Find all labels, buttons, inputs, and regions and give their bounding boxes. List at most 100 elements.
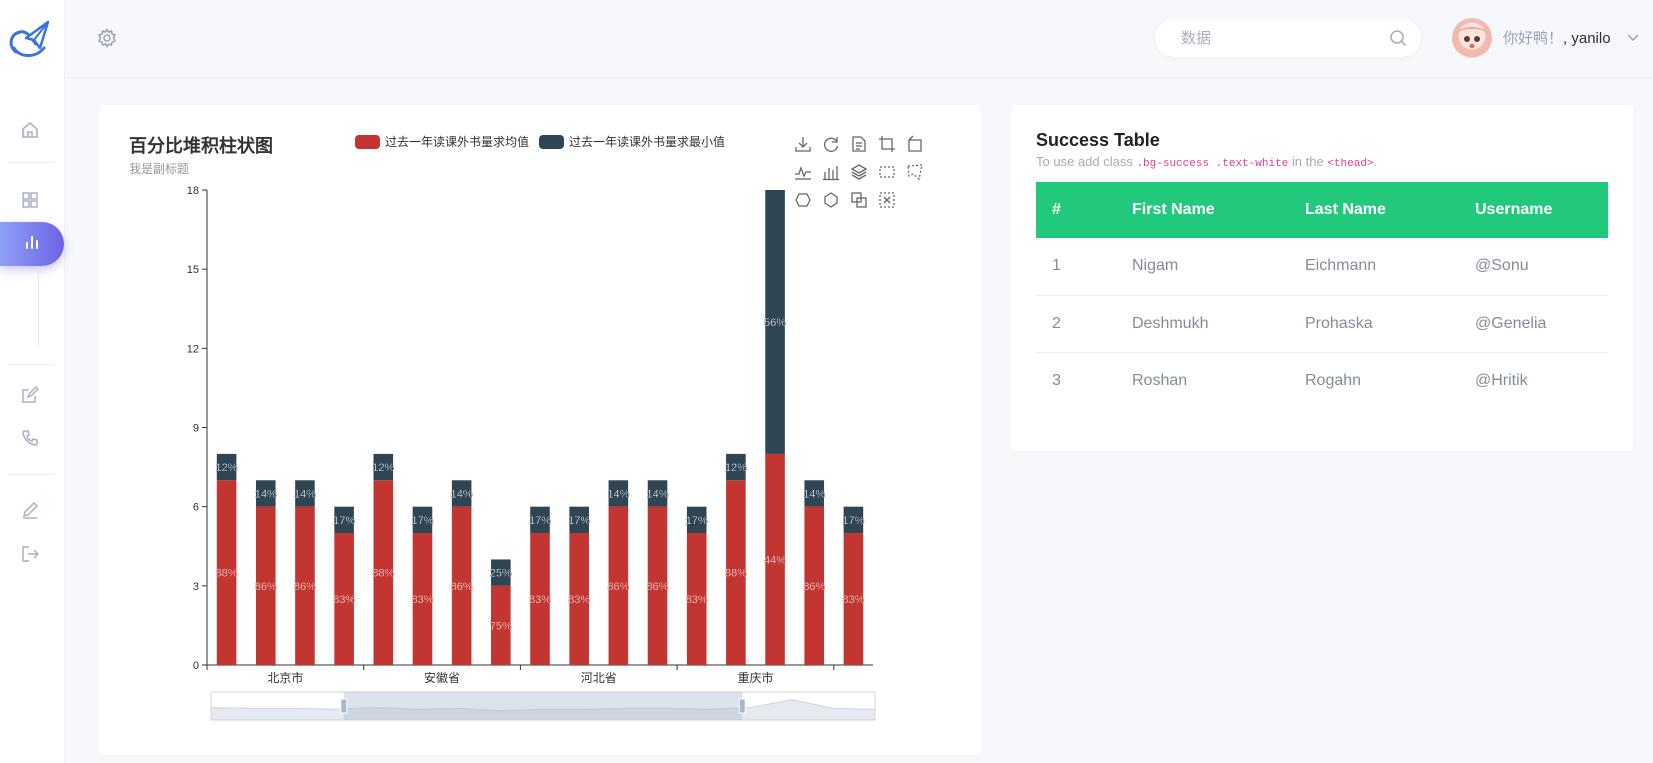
bar-min-label: 12% [216,462,238,474]
bar-min-label: 17% [568,515,590,527]
table-cell: 3 [1052,371,1061,389]
sidebar-divider [8,364,54,365]
bar-mean-label: 83% [333,594,355,606]
bar-mean-label: 86% [294,581,316,593]
stacked-bar-chart: 0 3 6 9 12 15 18 88% 12% 86% 14% 86% 14% 83% 17% 88% 12%… [187,185,876,721]
y-tick-label: 6 [193,502,199,514]
sidebar [0,0,65,763]
username-text: , yanilo [1563,30,1611,47]
bar-min-label: 25% [490,568,512,580]
bar-min-label: 14% [294,488,316,500]
bar-min-label: 17% [686,515,708,527]
y-tick-label: 12 [187,343,199,355]
bar-min-label: 17% [842,515,864,527]
bar-mean-label: 86% [607,581,629,593]
bar-mean-label: 88% [216,568,238,580]
table-cell: Rogahn [1305,371,1362,389]
table-cell: @Genelia [1459,295,1608,353]
logo-icon[interactable] [6,18,52,62]
gear-icon[interactable] [97,28,117,48]
edit-icon[interactable] [19,384,41,406]
desc-prefix: To use add class [1036,154,1137,169]
bar-min-label: 14% [607,488,629,500]
datazoom-handle-start[interactable] [340,698,348,714]
y-tick-label: 15 [187,264,199,276]
bar-min-label: 56% [764,317,786,329]
user-greeting[interactable]: 你好鸭！, yanilo [1503,27,1611,48]
table-header: # First Name Last Name Username [1036,182,1608,238]
y-tick-label: 9 [193,423,199,435]
x-tick-label: 河北省 [581,671,617,685]
sidebar-item-chart[interactable] [0,222,64,266]
chart-card: 百分比堆积柱状图 我是副标题 过去一年读课外书量求均值 过去一年读课外书量求最小… [99,105,981,755]
top-header: 你好鸭！, yanilo [65,0,1653,78]
table-cell: Roshan [1132,371,1188,389]
table-cell: Deshmukh [1116,295,1289,353]
bar-min-label: 17% [529,515,551,527]
column-header: Last Name [1305,201,1386,218]
home-icon[interactable] [19,119,41,141]
y-tick-label: 0 [193,660,199,672]
table-cell: Nigam [1116,238,1289,296]
chart-icon [23,233,41,256]
y-tick-label: 18 [187,185,199,197]
bar-mean-label: 83% [842,594,864,606]
bar-mean-label: 83% [568,594,590,606]
bar-mean-label: 86% [451,581,473,593]
bar-mean-label: 86% [803,581,825,593]
search-icon[interactable] [1389,29,1407,47]
table-title: Success Table [1036,130,1160,150]
column-header: First Name [1132,201,1215,218]
bar-mean-label: 44% [764,554,786,566]
greeting-text: 你好鸭！ [1503,30,1564,47]
desc-suffix: . [1373,154,1378,169]
bar-min-label: 12% [372,462,394,474]
success-table-card: Success Table To use add class .bg-succe… [1011,105,1633,451]
desc-code-thead: <thead> [1327,158,1374,170]
bar-min-label: 17% [333,515,355,527]
chevron-down-icon[interactable] [1626,30,1640,44]
bar-min-label: 14% [803,488,825,500]
x-tick-label: 重庆市 [737,670,773,685]
desc-code-classes: .bg-success .text-white [1136,158,1289,170]
search-box [1155,19,1421,57]
avatar[interactable] [1452,18,1492,58]
bar-mean-label: 75% [490,620,512,632]
bar-min-label: 14% [647,488,669,500]
search-input[interactable] [1181,27,1381,49]
bar-mean-label: 86% [255,581,277,593]
table-cell: 2 [1036,295,1116,353]
bar-mean-label: 83% [529,594,551,606]
table-row: 3 Roshan Rogahn @Hritik [1036,352,1608,409]
logout-icon[interactable] [19,543,41,565]
sidebar-track [38,266,39,346]
table-cell: Eichmann [1289,238,1459,296]
pen-icon[interactable] [19,499,41,521]
x-tick-label: 安徽省 [424,670,460,685]
table-cell: @Sonu [1459,238,1608,296]
table-cell: 1 [1036,238,1116,296]
x-tick-label: 北京市 [267,670,303,685]
table-cell: @Hritik [1475,371,1528,389]
table-row: 1 Nigam Eichmann @Sonu [1036,238,1608,296]
bar-mean-label: 83% [686,594,708,606]
success-table: # First Name Last Name Username 1 Nigam … [1036,182,1608,409]
bar-min-label: 14% [255,488,277,500]
bar-mean-label: 83% [411,594,433,606]
table-description: To use add class .bg-success .text-white… [1036,154,1377,170]
bar-min-label: 12% [725,462,747,474]
desc-mid: in the [1288,154,1328,169]
table-cell: Prohaska [1289,295,1459,353]
y-tick-label: 3 [193,581,199,593]
datazoom-handle-end[interactable] [738,698,746,714]
phone-icon[interactable] [19,427,41,449]
column-header: Username [1475,201,1553,218]
sidebar-divider [8,162,54,163]
table-row: 2 Deshmukh Prohaska @Genelia [1036,295,1608,353]
bar-min-label: 17% [411,515,433,527]
datazoom-window[interactable] [343,692,743,720]
grid-icon[interactable] [19,189,41,211]
bar-mean-label: 88% [725,568,747,580]
column-header: # [1052,201,1061,218]
bar-mean-label: 86% [647,581,669,593]
